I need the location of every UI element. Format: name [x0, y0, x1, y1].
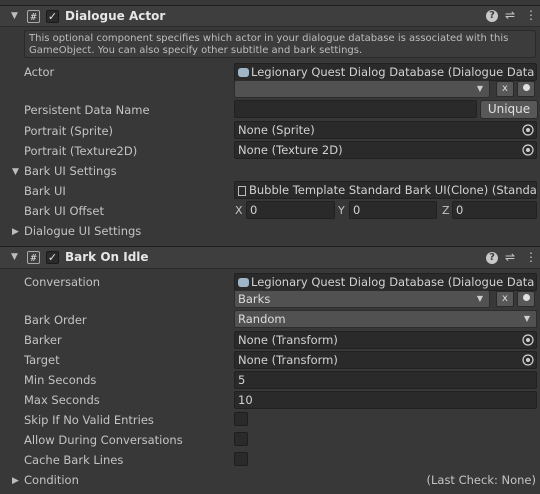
enabled-checkbox[interactable]: ✓ — [46, 251, 59, 264]
dot-icon — [522, 294, 530, 301]
bark-ui-settings-foldout[interactable]: Bark UI Settings — [24, 164, 117, 178]
target-value: None (Transform) — [238, 353, 338, 367]
actor-dropdown[interactable]: ▼ — [234, 80, 490, 98]
condition-caret-icon[interactable]: ▶ — [12, 476, 19, 486]
allow-during-conversations-checkbox[interactable] — [234, 432, 248, 446]
object-picker-icon[interactable] — [522, 354, 534, 366]
collapse-caret-icon[interactable]: ▼ — [11, 252, 18, 262]
bark-ui-label: Bark UI — [24, 184, 66, 198]
context-menu-icon[interactable]: ⋮ — [525, 250, 537, 264]
bark-order-dropdown[interactable]: Random ▼ — [234, 310, 537, 328]
max-seconds-input[interactable]: 10 — [234, 391, 537, 409]
database-icon — [238, 68, 249, 77]
object-picker-icon[interactable] — [522, 124, 534, 136]
enabled-checkbox[interactable]: ✓ — [46, 10, 59, 23]
actor-label: Actor — [24, 65, 55, 79]
conversation-database-field[interactable]: Legionary Quest Dialog Database (Dialogu… — [234, 273, 537, 291]
min-seconds-label: Min Seconds — [24, 373, 97, 387]
dialogue-ui-settings-caret-icon[interactable]: ▶ — [12, 227, 19, 237]
barker-label: Barker — [24, 333, 62, 347]
conversation-picker-button[interactable] — [517, 291, 535, 307]
portrait-texture-value: None (Texture 2D) — [238, 143, 343, 157]
object-picker-icon[interactable] — [522, 334, 534, 346]
offset-z-input[interactable]: 0 — [452, 201, 537, 219]
conversation-dropdown[interactable]: Barks ▼ — [234, 290, 490, 308]
presets-icon[interactable]: ⇌ — [505, 250, 515, 264]
actor-clear-button[interactable]: x — [496, 81, 514, 97]
bark-ui-field[interactable]: Bubble Template Standard Bark UI(Clone) … — [234, 181, 537, 199]
skip-if-no-valid-entries-label: Skip If No Valid Entries — [24, 413, 154, 427]
chevron-down-icon: ▼ — [476, 294, 483, 303]
context-menu-icon[interactable]: ⋮ — [525, 8, 537, 22]
bark-on-idle-header: ▼ # ✓ Bark On Idle ? ⇌ ⋮ — [0, 246, 540, 269]
help-icon[interactable]: ? — [486, 10, 498, 22]
offset-z-label: Z — [442, 204, 450, 217]
component-title: Dialogue Actor — [65, 9, 166, 23]
offset-y-label: Y — [338, 204, 345, 217]
target-label: Target — [24, 353, 60, 367]
unique-button[interactable]: Unique — [480, 100, 538, 119]
cache-bark-lines-checkbox[interactable] — [234, 452, 248, 466]
actor-database-field[interactable]: Legionary Quest Dialog Database (Dialogu… — [234, 63, 537, 81]
portrait-sprite-field[interactable]: None (Sprite) — [234, 121, 537, 139]
help-icon[interactable]: ? — [486, 252, 498, 264]
actor-database-value: Legionary Quest Dialog Database (Dialogu… — [251, 65, 535, 79]
collapse-caret-icon[interactable]: ▼ — [11, 11, 18, 21]
object-picker-icon[interactable] — [522, 144, 534, 156]
conversation-label: Conversation — [24, 275, 101, 289]
portrait-texture-field[interactable]: None (Texture 2D) — [234, 141, 537, 159]
chevron-down-icon: ▼ — [476, 84, 483, 93]
allow-during-conversations-label: Allow During Conversations — [24, 433, 183, 447]
conversation-clear-button[interactable]: x — [496, 291, 514, 307]
script-icon: # — [27, 10, 40, 23]
bark-order-label: Bark Order — [24, 313, 87, 327]
barker-value: None (Transform) — [238, 333, 338, 347]
min-seconds-input[interactable]: 5 — [234, 371, 537, 389]
database-icon — [238, 278, 249, 287]
conversation-dropdown-value: Barks — [238, 292, 271, 306]
help-box: This optional component specifies which … — [24, 30, 536, 58]
script-icon: # — [27, 251, 40, 264]
persistent-data-name-input[interactable] — [234, 100, 477, 118]
last-check-status: (Last Check: None) — [426, 473, 537, 487]
component-title: Bark On Idle — [65, 250, 149, 264]
dialogue-ui-settings-foldout[interactable]: Dialogue UI Settings — [24, 224, 141, 238]
cache-bark-lines-label: Cache Bark Lines — [24, 453, 124, 467]
offset-x-input[interactable]: 0 — [246, 201, 335, 219]
chevron-down-icon: ▼ — [523, 314, 530, 323]
barker-field[interactable]: None (Transform) — [234, 331, 537, 349]
actor-picker-button[interactable] — [517, 81, 535, 97]
bark-order-value: Random — [238, 312, 286, 326]
portrait-sprite-label: Portrait (Sprite) — [24, 124, 114, 138]
offset-y-input[interactable]: 0 — [349, 201, 437, 219]
persistent-data-name-label: Persistent Data Name — [24, 103, 150, 117]
max-seconds-label: Max Seconds — [24, 393, 100, 407]
bark-ui-offset-label: Bark UI Offset — [24, 204, 104, 218]
portrait-sprite-value: None (Sprite) — [238, 123, 315, 137]
dialogue-actor-header: ▼ # ✓ Dialogue Actor ? ⇌ ⋮ — [0, 5, 540, 27]
conversation-database-value: Legionary Quest Dialog Database (Dialogu… — [251, 275, 535, 289]
gameobject-icon — [238, 186, 246, 196]
offset-x-label: X — [235, 204, 243, 217]
target-field[interactable]: None (Transform) — [234, 351, 537, 369]
dot-icon — [522, 84, 530, 91]
condition-foldout[interactable]: Condition — [24, 473, 79, 487]
bark-ui-value: Bubble Template Standard Bark UI(Clone) … — [249, 183, 537, 197]
bark-ui-settings-caret-icon[interactable]: ▼ — [12, 167, 19, 177]
presets-icon[interactable]: ⇌ — [505, 8, 515, 22]
skip-if-no-valid-entries-checkbox[interactable] — [234, 412, 248, 426]
portrait-texture-label: Portrait (Texture2D) — [24, 144, 138, 158]
